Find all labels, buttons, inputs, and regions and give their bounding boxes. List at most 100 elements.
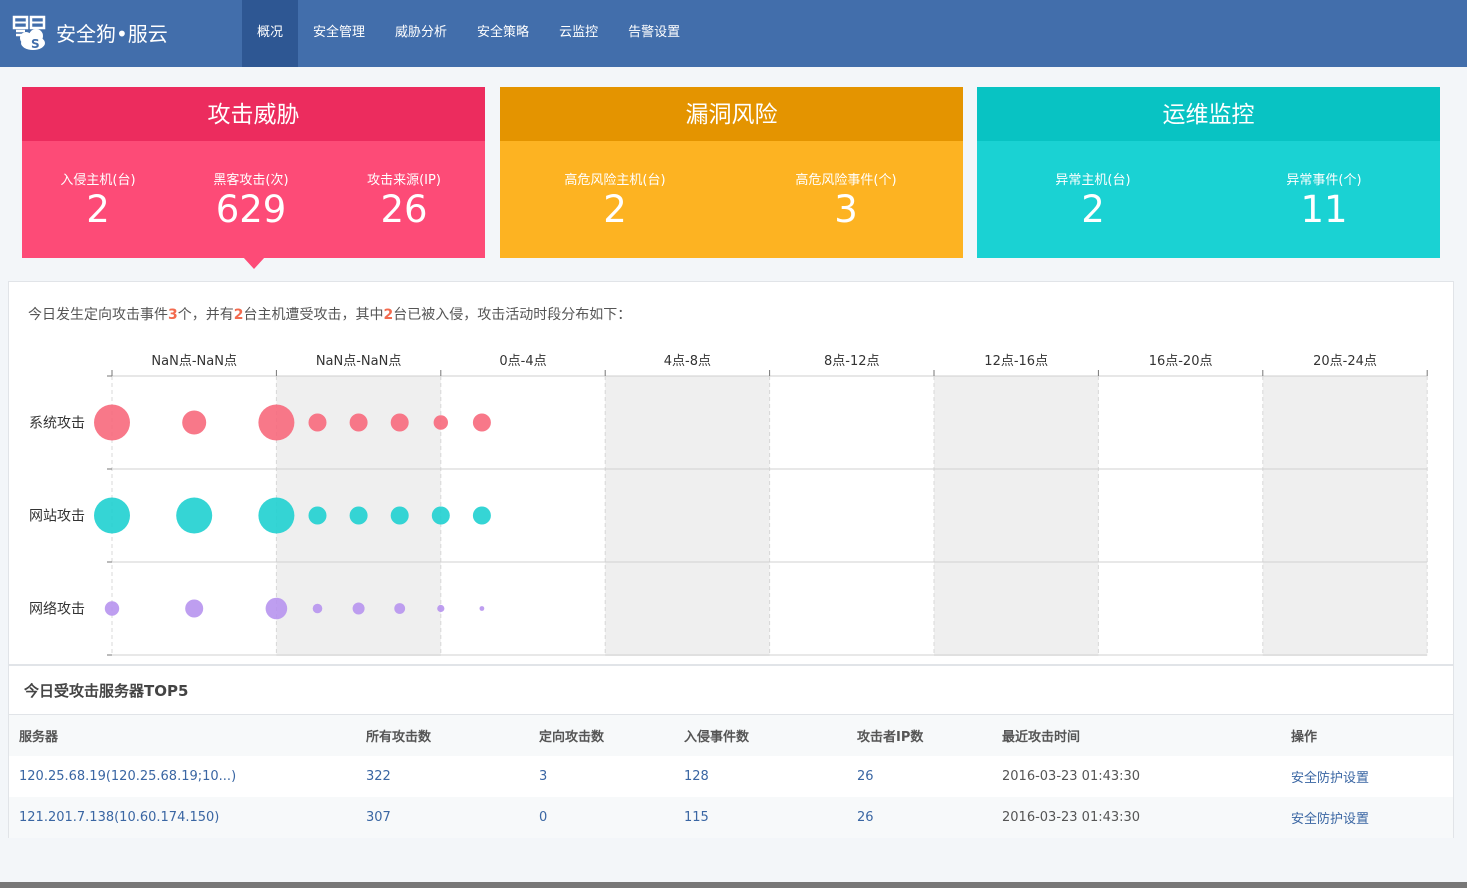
total-attacks-cell[interactable]: 322 <box>366 756 539 797</box>
metric-value: 629 <box>215 188 287 231</box>
attack-threat-card[interactable]: 攻击威胁 入侵主机(台) 2 黑客攻击(次) 629 攻击来源(IP) 26 <box>22 87 485 258</box>
attack-bubble <box>94 497 130 534</box>
attack-bubble <box>308 413 327 432</box>
attacker-ips-cell[interactable]: 26 <box>857 797 1002 838</box>
card-body: 异常主机(台) 2 异常事件(个) 11 <box>977 141 1440 258</box>
attack-bubble <box>479 606 485 611</box>
attack-bubble <box>176 497 213 534</box>
attack-bubble <box>258 497 295 534</box>
col-actions: 操作 <box>1291 715 1453 756</box>
brand-name: 安全狗•服云 <box>56 22 168 46</box>
nav-alert-settings[interactable]: 告警设置 <box>613 0 695 67</box>
time-slot-label: 12点-16点 <box>984 354 1048 369</box>
time-slot-label: NaN点-NaN点 <box>151 354 237 369</box>
vulnerability-risk-card[interactable]: 漏洞风险 高危风险主机(台) 2 高危风险事件(个) 3 <box>500 87 963 258</box>
metric-value: 2 <box>1081 188 1105 231</box>
time-slot-label: 16点-20点 <box>1149 354 1213 369</box>
attack-bubble <box>390 506 409 525</box>
ops-monitor-card[interactable]: 运维监控 异常主机(台) 2 异常事件(个) 11 <box>977 87 1440 258</box>
shaded-column <box>934 376 1099 656</box>
attack-bubble <box>437 604 445 613</box>
attack-bubble <box>431 506 450 525</box>
attack-bubble <box>472 413 491 432</box>
actions-cell: 安全防护设置 <box>1291 797 1453 838</box>
attack-bubble <box>104 601 120 616</box>
attack-bubble <box>433 415 448 430</box>
col-targeted-attacks: 定向攻击数 <box>539 715 684 756</box>
metric-value: 3 <box>834 188 858 231</box>
nav-security-management[interactable]: 安全管理 <box>298 0 380 67</box>
card-body: 入侵主机(台) 2 黑客攻击(次) 629 攻击来源(IP) 26 <box>22 141 485 258</box>
main-nav: 概况 安全管理 威胁分析 安全策略 云监控 告警设置 <box>242 0 695 67</box>
nav-threat-analysis[interactable]: 威胁分析 <box>380 0 462 67</box>
metric-abnormal-hosts: 异常主机(台) 2 <box>1018 172 1168 230</box>
shaded-column <box>1262 376 1428 656</box>
metric-intruded-hosts: 入侵主机(台) 2 <box>23 172 173 230</box>
metric-value: 2 <box>86 188 110 231</box>
total-attacks-cell[interactable]: 307 <box>366 797 539 838</box>
attack-bubble <box>349 506 368 525</box>
col-intrusion-events: 入侵事件数 <box>684 715 857 756</box>
attack-bubble <box>182 410 207 435</box>
col-last-attack-time: 最近攻击时间 <box>1002 715 1291 756</box>
col-server: 服务器 <box>9 715 366 756</box>
attacker-ips-cell[interactable]: 26 <box>857 756 1002 797</box>
attack-bubble <box>265 597 288 620</box>
intrusion-events-cell[interactable]: 115 <box>684 797 857 838</box>
attack-type-label: 系统攻击 <box>29 416 85 432</box>
actions-cell: 安全防护设置 <box>1291 756 1453 797</box>
shaded-column <box>605 376 770 656</box>
security-settings-link[interactable]: 安全防护设置 <box>1291 771 1369 786</box>
server-cell[interactable]: 121.201.7.138(10.60.174.150) <box>9 797 366 838</box>
targeted-attacks-cell[interactable]: 3 <box>539 756 684 797</box>
metric-value: 11 <box>1300 188 1348 231</box>
attack-bubble <box>312 603 323 614</box>
card-title: 漏洞风险 <box>500 87 963 141</box>
col-total-attacks: 所有攻击数 <box>366 715 539 756</box>
attack-bubble <box>472 506 491 525</box>
metric-value: 2 <box>603 188 627 231</box>
time-slot-label: NaN点-NaN点 <box>316 354 402 369</box>
attack-bubble <box>258 404 295 441</box>
nav-security-policy[interactable]: 安全策略 <box>462 0 544 67</box>
card-title: 运维监控 <box>977 87 1440 141</box>
metric-attack-sources: 攻击来源(IP) 26 <box>329 172 479 230</box>
time-slot-label: 20点-24点 <box>1313 354 1377 369</box>
time-slot-label: 4点-8点 <box>664 354 711 369</box>
metric-value: 26 <box>380 188 428 231</box>
last-attack-time-cell: 2016-03-23 01:43:30 <box>1002 797 1291 838</box>
security-settings-link[interactable]: 安全防护设置 <box>1291 812 1369 827</box>
metric-hacker-attacks: 黑客攻击(次) 629 <box>176 172 326 230</box>
table-row: 120.25.68.19(120.25.68.19;10...) 322 3 1… <box>9 756 1453 797</box>
nav-cloud-monitor[interactable]: 云监控 <box>544 0 613 67</box>
attack-bubble <box>94 404 130 441</box>
attack-timeline-panel: 今日发生定向攻击事件3个，并有2台主机遭受攻击，其中2台已被入侵，攻击活动时段分… <box>8 281 1454 665</box>
safedog-logo-icon: S <box>12 15 46 51</box>
attack-bubble <box>352 602 365 615</box>
attack-timeline-chart: NaN点-NaN点 NaN点-NaN点 0点-4点 4点-8点 8点-12点 12点-16… <box>29 354 1428 656</box>
metric-abnormal-events: 异常事件(个) 11 <box>1249 172 1399 230</box>
targeted-attacks-cell[interactable]: 0 <box>539 797 684 838</box>
attack-bubble <box>390 413 409 432</box>
attack-type-label: 网络攻击 <box>29 602 85 618</box>
top5-server-table: 服务器 所有攻击数 定向攻击数 入侵事件数 攻击者IP数 最近攻击时间 操作 1… <box>9 715 1453 838</box>
col-attacker-ips: 攻击者IP数 <box>857 715 1002 756</box>
metric-high-risk-hosts: 高危风险主机(台) 2 <box>540 172 690 230</box>
bottom-scrollbar[interactable] <box>0 882 1467 888</box>
table-title: 今日受攻击服务器TOP5 <box>24 682 189 700</box>
svg-text:S: S <box>31 37 40 51</box>
table-row: 121.201.7.138(10.60.174.150) 307 0 115 2… <box>9 797 1453 838</box>
card-title: 攻击威胁 <box>22 87 485 141</box>
intrusion-events-cell[interactable]: 128 <box>684 756 857 797</box>
table-header-row: 服务器 所有攻击数 定向攻击数 入侵事件数 攻击者IP数 最近攻击时间 操作 <box>9 715 1453 756</box>
attack-bubble <box>185 599 204 618</box>
time-slot-label: 8点-12点 <box>824 354 880 369</box>
card-body: 高危风险主机(台) 2 高危风险事件(个) 3 <box>500 141 963 258</box>
attack-bubble <box>394 603 406 614</box>
top5-server-panel: 今日受攻击服务器TOP5 服务器 所有攻击数 定向攻击数 入侵事件数 攻击者IP… <box>8 665 1454 838</box>
nav-overview[interactable]: 概况 <box>242 0 299 67</box>
time-slot-label: 0点-4点 <box>499 354 546 369</box>
server-cell[interactable]: 120.25.68.19(120.25.68.19;10...) <box>9 756 366 797</box>
top-navbar: S 安全狗•服云 概况 安全管理 威胁分析 安全策略 云监控 告警设置 <box>0 0 1467 67</box>
last-attack-time-cell: 2016-03-23 01:43:30 <box>1002 756 1291 797</box>
